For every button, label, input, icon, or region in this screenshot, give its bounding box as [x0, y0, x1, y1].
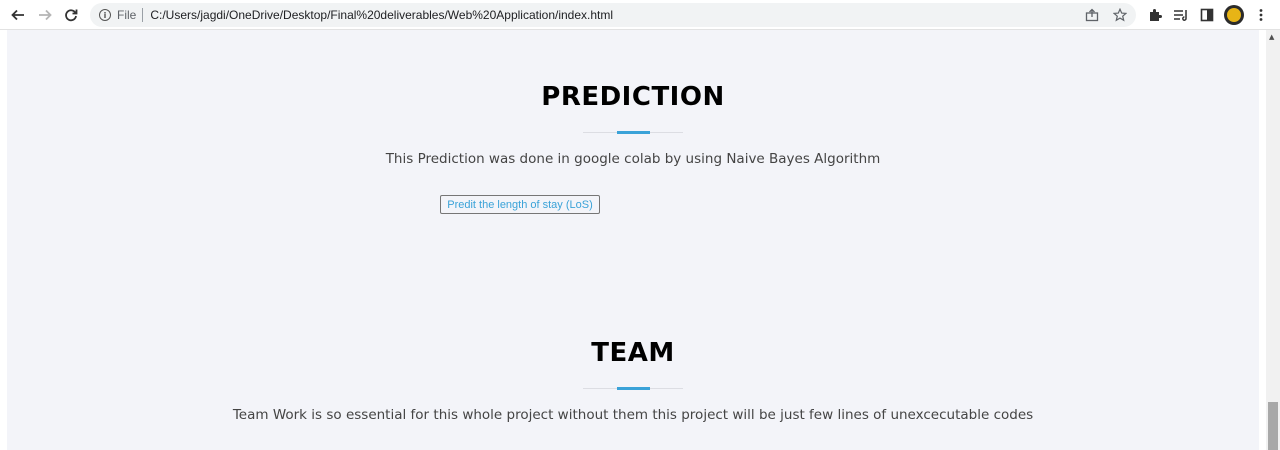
page-content: PREDICTION This Prediction was done in g… — [7, 30, 1259, 450]
reading-list-icon[interactable] — [1172, 4, 1190, 26]
predict-los-button[interactable]: Predit the length of stay (LoS) — [440, 195, 600, 214]
prediction-description: This Prediction was done in google colab… — [385, 151, 881, 167]
star-icon[interactable] — [1112, 6, 1128, 24]
side-panel-icon[interactable] — [1198, 4, 1216, 26]
page-right-margin — [1259, 30, 1266, 450]
prediction-title: PREDICTION — [541, 82, 725, 112]
info-icon[interactable]: i — [99, 9, 111, 21]
profile-avatar[interactable] — [1224, 5, 1244, 25]
scroll-up-arrow-icon[interactable]: ▲ — [1269, 33, 1274, 41]
back-arrow-icon[interactable] — [7, 4, 29, 26]
avatar-image — [1227, 8, 1241, 22]
share-icon[interactable] — [1084, 6, 1100, 24]
puzzle-icon[interactable] — [1146, 4, 1164, 26]
title-accent-bar — [617, 131, 650, 134]
vertical-scrollbar[interactable]: ▲ — [1266, 30, 1280, 450]
browser-toolbar: i File C:/Users/jagdi/OneDrive/Desktop/F… — [0, 0, 1280, 30]
team-description: Team Work is so essential for this whole… — [232, 407, 1034, 423]
address-bar[interactable]: i File C:/Users/jagdi/OneDrive/Desktop/F… — [90, 3, 1136, 27]
url-text[interactable]: C:/Users/jagdi/OneDrive/Desktop/Final%20… — [150, 8, 613, 22]
divider — [142, 8, 144, 22]
file-scheme-label: File — [117, 8, 137, 22]
kebab-menu-icon[interactable] — [1252, 4, 1270, 26]
team-title: TEAM — [591, 338, 675, 368]
scrollbar-thumb[interactable] — [1268, 402, 1278, 450]
reload-icon[interactable] — [60, 4, 82, 26]
title-accent-bar — [617, 387, 650, 390]
page-left-margin — [0, 30, 7, 450]
forward-arrow-icon[interactable] — [34, 4, 56, 26]
